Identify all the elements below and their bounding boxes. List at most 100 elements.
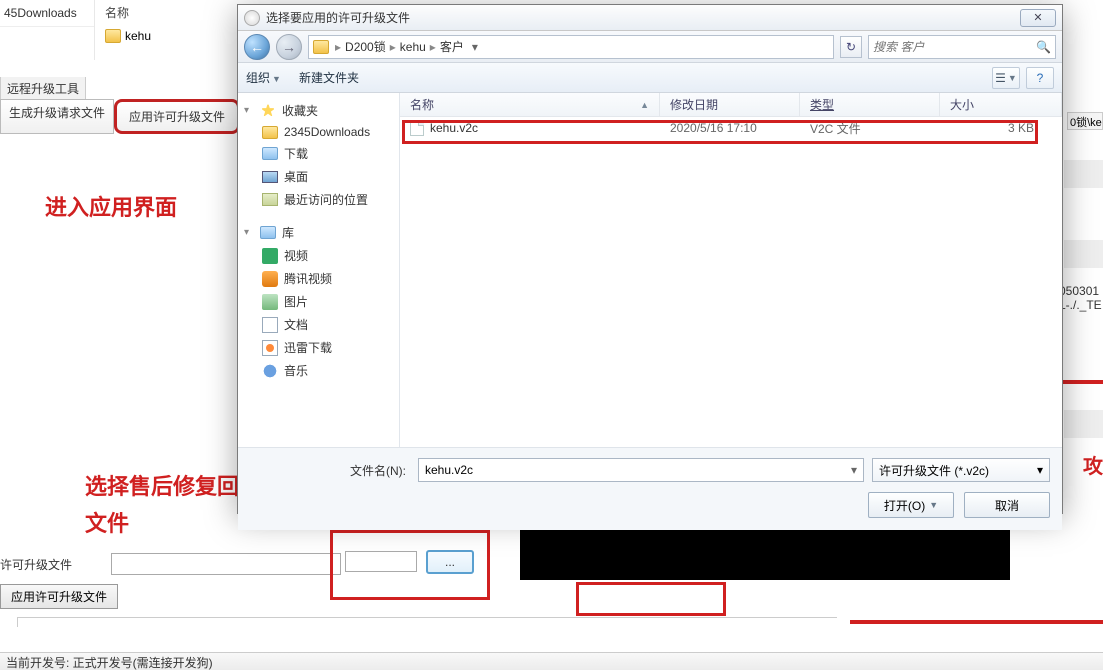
sidebar-item-label: 2345Downloads <box>284 125 370 139</box>
tab-generate[interactable]: 生成升级请求文件 <box>0 99 114 134</box>
recent-icon <box>262 193 278 206</box>
dialog-title-icon <box>244 10 260 26</box>
folder-icon <box>105 29 121 43</box>
tab-row: 生成升级请求文件 应用许可升级文件 <box>0 99 240 134</box>
right-fragment-line: 050301 <box>1059 284 1103 298</box>
folder-icon <box>262 126 278 139</box>
bg-left-panel: 45Downloads <box>0 0 95 60</box>
chevron-down-icon: ▾ <box>244 227 254 238</box>
sidebar-item-music[interactable]: 音乐 <box>242 359 395 382</box>
bg-name-column: 名称 kehu <box>105 0 151 47</box>
sidebar-favorites-header[interactable]: ▾ 收藏夹 <box>242 99 395 122</box>
sidebar-item-label: 桌面 <box>284 168 308 185</box>
download-icon <box>262 147 278 160</box>
close-button[interactable]: ✕ <box>1020 9 1056 27</box>
sidebar-item-label: 文档 <box>284 316 308 333</box>
right-fragment-text: 050301 L-./._TE <box>1059 284 1103 324</box>
right-gray-strip <box>1064 240 1103 268</box>
dialog-navbar: ← → ▸ D200锁 ▸ kehu ▸ 客户 ▾ ↻ 🔍 <box>238 31 1062 63</box>
column-headers: 名称▲ 修改日期 类型 大小 <box>400 93 1062 117</box>
breadcrumb-seg[interactable]: kehu <box>400 40 426 54</box>
tool-window-title: 远程升级工具 <box>0 77 86 101</box>
breadcrumb[interactable]: ▸ D200锁 ▸ kehu ▸ 客户 ▾ <box>308 35 834 59</box>
file-open-dialog: 选择要应用的许可升级文件 ✕ ← → ▸ D200锁 ▸ kehu ▸ 客户 ▾… <box>237 4 1063 514</box>
sidebar-item-documents[interactable]: 文档 <box>242 313 395 336</box>
chevron-right-icon: ▸ <box>333 40 343 54</box>
breadcrumb-dropdown[interactable]: ▾ <box>466 40 484 54</box>
chevron-right-icon: ▸ <box>388 40 398 54</box>
filename-input[interactable]: kehu.v2c ▾ <box>418 458 864 482</box>
sidebar-item-pictures[interactable]: 图片 <box>242 290 395 313</box>
tencent-video-icon <box>262 271 278 287</box>
sidebar-item-label: 最近访问的位置 <box>284 191 368 208</box>
sidebar-item-2345downloads[interactable]: 2345Downloads <box>242 122 395 142</box>
license-file-input[interactable] <box>111 553 341 575</box>
help-button[interactable]: ? <box>1026 67 1054 89</box>
new-folder-button[interactable]: 新建文件夹 <box>299 69 359 86</box>
refresh-button[interactable]: ↻ <box>840 36 862 58</box>
sidebar-libraries-header[interactable]: ▾ 库 <box>242 221 395 244</box>
annotation-line <box>850 620 1103 624</box>
sidebar-item-xunlei[interactable]: 迅雷下载 <box>242 336 395 359</box>
dialog-title: 选择要应用的许可升级文件 <box>266 9 1014 26</box>
browse-button[interactable]: ... <box>426 550 474 574</box>
chevron-down-icon: ▼ <box>1008 73 1017 83</box>
bg-left-item: 45Downloads <box>0 0 94 27</box>
cancel-button[interactable]: 取消 <box>964 492 1050 518</box>
chevron-down-icon: ▼ <box>272 74 281 84</box>
table-row[interactable]: kehu.v2c 2020/5/16 17:10 V2C 文件 3 KB <box>400 117 1062 139</box>
license-file-label: 许可升级文件 <box>0 556 72 573</box>
browse-small-input[interactable] <box>345 551 417 572</box>
file-list-pane: 名称▲ 修改日期 类型 大小 kehu.v2c 2020/5/16 17:10 … <box>400 93 1062 447</box>
file-type: V2C 文件 <box>800 120 940 137</box>
column-name[interactable]: 名称▲ <box>400 93 660 116</box>
nav-back-button[interactable]: ← <box>244 34 270 60</box>
search-input[interactable] <box>873 40 1032 54</box>
sidebar-item-tencent-video[interactable]: 腾讯视频 <box>242 267 395 290</box>
chevron-down-icon: ▾ <box>244 105 254 116</box>
column-type[interactable]: 类型 <box>800 93 940 116</box>
file-name: kehu.v2c <box>430 121 478 135</box>
sidebar-item-video[interactable]: 视频 <box>242 244 395 267</box>
file-date: 2020/5/16 17:10 <box>660 121 800 135</box>
xunlei-icon <box>262 340 278 356</box>
file-icon <box>410 120 424 136</box>
breadcrumb-seg[interactable]: 客户 <box>440 38 464 55</box>
chevron-down-icon[interactable]: ▾ <box>851 463 857 477</box>
obscured-region <box>520 530 1010 580</box>
organize-menu[interactable]: 组织▼ <box>246 69 281 86</box>
sidebar-item-desktop[interactable]: 桌面 <box>242 165 395 188</box>
picture-icon <box>262 294 278 310</box>
filetype-filter[interactable]: 许可升级文件 (*.v2c) ▾ <box>872 458 1050 482</box>
right-gray-strip <box>1064 410 1103 438</box>
library-icon <box>260 226 276 239</box>
open-button[interactable]: 打开(O)▼ <box>868 492 954 518</box>
search-box[interactable]: 🔍 <box>868 35 1056 59</box>
search-icon[interactable]: 🔍 <box>1032 40 1051 54</box>
breadcrumb-seg[interactable]: D200锁 <box>345 38 386 55</box>
status-bar: 当前开发号: 正式开发号(需连接开发狗) <box>0 652 1103 670</box>
sidebar-item-recent[interactable]: 最近访问的位置 <box>242 188 395 211</box>
sidebar-item-label: 音乐 <box>284 362 308 379</box>
right-red-line <box>1059 380 1103 384</box>
annotation-enter-ui: 进入应用界面 <box>45 190 177 222</box>
filter-label: 许可升级文件 (*.v2c) <box>879 462 989 479</box>
dialog-titlebar[interactable]: 选择要应用的许可升级文件 ✕ <box>238 5 1062 31</box>
bg-name-row-label: kehu <box>125 29 151 43</box>
bg-name-row[interactable]: kehu <box>105 25 151 47</box>
sidebar-header-label: 库 <box>282 224 294 241</box>
sidebar-item-label: 迅雷下载 <box>284 339 332 356</box>
view-mode-button[interactable]: ☰▼ <box>992 67 1020 89</box>
column-size[interactable]: 大小 <box>940 93 1062 116</box>
document-icon <box>262 317 278 333</box>
apply-license-button[interactable]: 应用许可升级文件 <box>0 584 118 609</box>
right-red-char: 攻 <box>1083 450 1103 479</box>
tab-apply[interactable]: 应用许可升级文件 <box>114 99 240 134</box>
chevron-right-icon: ▸ <box>428 40 438 54</box>
nav-forward-button[interactable]: → <box>276 34 302 60</box>
sidebar-item-label: 下载 <box>284 145 308 162</box>
right-gray-strip <box>1064 160 1103 188</box>
annotation-box-2 <box>576 582 726 616</box>
sidebar-item-downloads[interactable]: 下载 <box>242 142 395 165</box>
column-date[interactable]: 修改日期 <box>660 93 800 116</box>
